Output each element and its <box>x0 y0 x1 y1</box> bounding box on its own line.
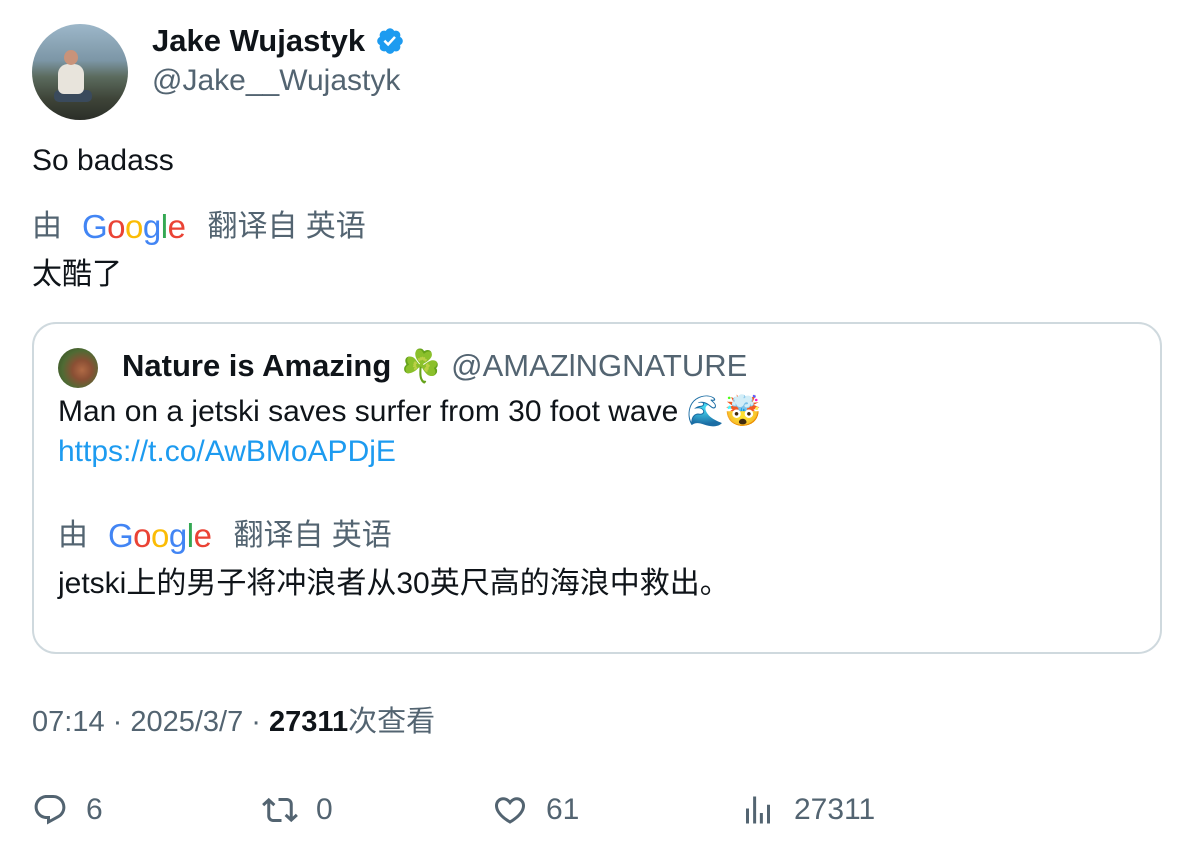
reply-button[interactable]: 6 <box>32 788 103 832</box>
avatar-figure-head <box>64 50 78 65</box>
verified-badge-icon <box>377 28 403 54</box>
reply-icon <box>34 795 66 825</box>
author-avatar[interactable] <box>32 24 128 120</box>
author-handle[interactable]: @Jake__Wujastyk <box>152 62 400 100</box>
views-button[interactable]: 27311 <box>740 788 875 832</box>
tweet-date[interactable]: 2025/3/7 <box>130 706 243 738</box>
retweet-icon <box>262 797 298 823</box>
avatar-figure-body <box>58 64 84 94</box>
quoted-tweet-header: Nature is Amazing ☘️ @AMAZlNGNATURE <box>122 346 747 386</box>
quoted-tweet-text: Man on a jetski saves surfer from 30 foo… <box>58 395 762 428</box>
quoted-author-avatar <box>58 348 98 388</box>
google-logo-icon: Google <box>82 208 186 245</box>
author-name-text: Jake Wujastyk <box>152 23 366 58</box>
retweet-button[interactable]: 0 <box>262 788 333 832</box>
like-count: 61 <box>546 793 580 826</box>
tweet-time[interactable]: 07:14 <box>32 706 105 738</box>
tweet-text: So badass <box>32 144 174 177</box>
translated-by-line: 由 Google 翻译自 英语 <box>32 207 366 247</box>
quoted-author-name: Nature is Amazing <box>122 348 392 383</box>
retweet-count: 0 <box>316 793 333 826</box>
views-count: 27311 <box>794 793 876 826</box>
analytics-icon <box>746 796 770 824</box>
tweet-metadata: 07:14 · 2025/3/7 · 27311次查看 <box>32 702 435 742</box>
reply-count: 6 <box>86 793 103 826</box>
quoted-tweet-translation: jetski上的男子将冲浪者从30英尺高的海浪中救出。 <box>58 567 730 600</box>
quoted-tweet-card[interactable]: Nature is Amazing ☘️ @AMAZlNGNATURE Man … <box>32 322 1162 654</box>
view-count: 27311 <box>269 706 349 738</box>
google-logo-icon: Google <box>108 517 212 554</box>
view-label: 次查看 <box>348 706 436 738</box>
author-display-name[interactable]: Jake Wujastyk <box>152 22 405 60</box>
action-bar: 6 0 61 27311 <box>0 788 1196 832</box>
meta-separator: · <box>243 706 270 738</box>
heart-icon <box>494 797 526 824</box>
quoted-author-handle: @AMAZlNGNATURE <box>451 348 748 383</box>
translated-by-suffix: 翻译自 英语 <box>207 210 366 243</box>
quoted-translated-by-prefix: 由 <box>58 519 88 552</box>
quoted-translated-by-line: 由 Google 翻译自 英语 <box>58 516 392 556</box>
quoted-translated-by-suffix: 翻译自 英语 <box>233 519 392 552</box>
meta-separator: · <box>104 706 131 738</box>
shamrock-icon: ☘️ <box>401 348 442 384</box>
quoted-tweet-link[interactable]: https://t.co/AwBMoAPDjE <box>58 432 396 472</box>
tweet-translation: 太酷了 <box>32 258 122 291</box>
translated-by-prefix: 由 <box>32 210 62 243</box>
like-button[interactable]: 61 <box>492 788 579 832</box>
